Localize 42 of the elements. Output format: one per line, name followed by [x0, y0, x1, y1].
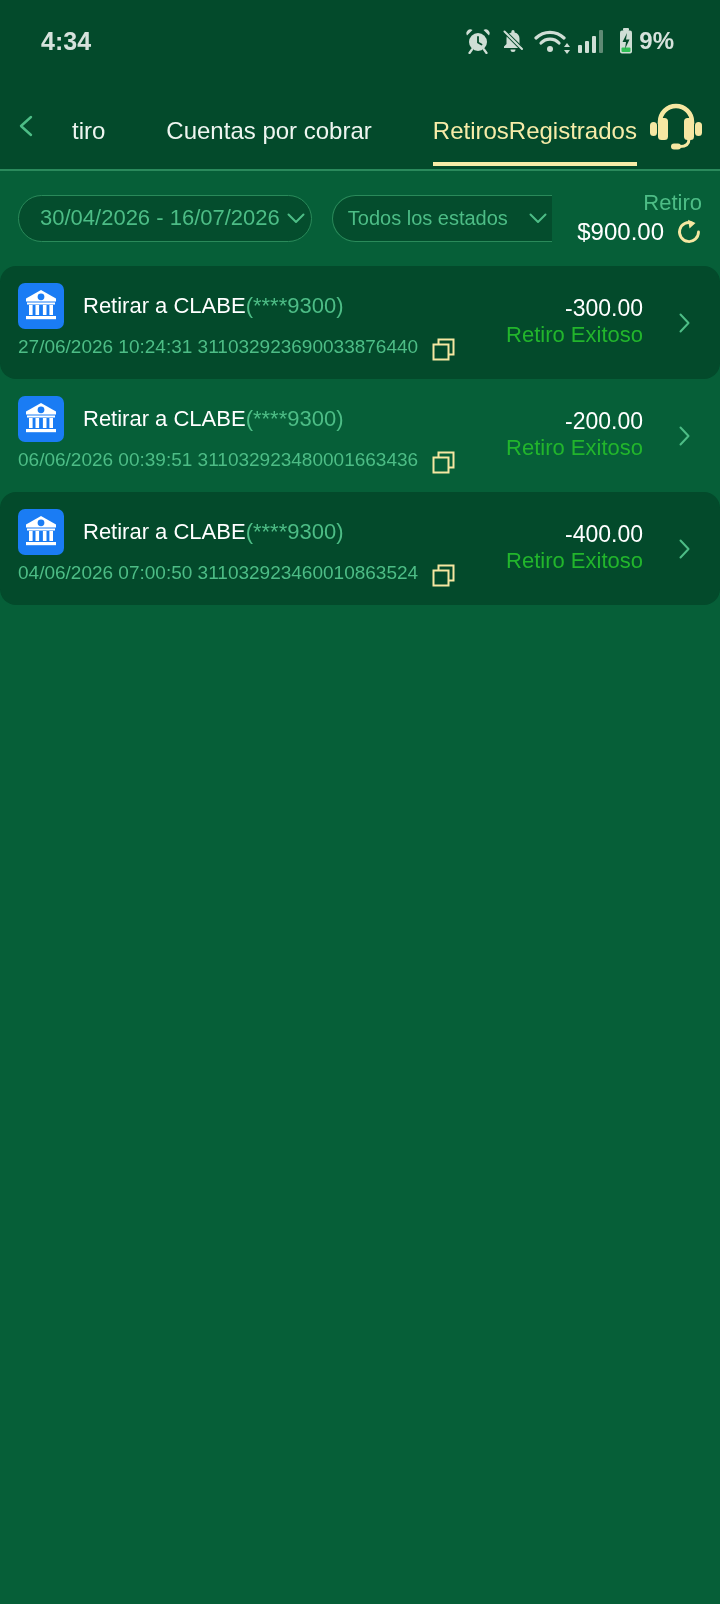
chevron-down-icon: [528, 212, 547, 224]
transaction-details: 06/06/2026 00:39:51 311032923480001663436: [18, 449, 419, 471]
headset-icon[interactable]: [649, 102, 703, 150]
copy-icon[interactable]: [432, 564, 456, 587]
tab[interactable]: RetirosRegistrados: [432, 117, 637, 166]
tab[interactable]: Cuentas por cobrar: [166, 117, 372, 166]
transaction-details: 27/06/2026 10:24:31 311032923690033876440: [18, 336, 419, 358]
transaction-status: Retiro Exitoso: [506, 548, 643, 574]
transaction-card[interactable]: Retirar a CLABE(****9300) 27/06/2026 10:24:31 311032923690033876440 -300.00 Retiro Exitoso: [0, 266, 720, 379]
total-amount: $900.00: [577, 218, 664, 246]
chevron-down-icon: [286, 212, 305, 224]
transaction-title: Retirar a CLABE(****9300): [83, 406, 344, 432]
bank-icon: [18, 283, 64, 329]
battery-charging-icon: [619, 28, 634, 54]
chevron-right-icon: [679, 538, 690, 559]
bank-icon: [18, 396, 64, 442]
bank-icon: [18, 509, 64, 555]
transaction-title: Retirar a CLABE(****9300): [83, 519, 344, 545]
transaction-details: 04/06/2026 07:00:50 311032923460010863524: [18, 562, 419, 584]
transaction-amount: -400.00: [565, 520, 643, 548]
transaction-amount: -300.00: [565, 294, 643, 322]
date-range-dropdown[interactable]: 30/04/2026 - 16/07/2026: [18, 194, 312, 242]
chevron-right-icon: [679, 425, 690, 446]
chevron-right-icon: [679, 312, 690, 333]
summary-label: Retiro: [643, 190, 702, 216]
transaction-title: Retirar a CLABE(****9300): [83, 293, 344, 319]
copy-icon[interactable]: [432, 338, 456, 361]
signal-icon: [578, 29, 606, 53]
battery-percent: 9%: [639, 27, 674, 55]
transaction-status: Retiro Exitoso: [506, 322, 643, 348]
alarm-clock-icon: [465, 28, 492, 54]
status-dropdown[interactable]: Todos los estados: [331, 194, 552, 242]
bell-off-icon: [501, 28, 526, 54]
transaction-status: Retiro Exitoso: [506, 435, 643, 461]
status-time: 4:34: [41, 26, 92, 56]
transaction-amount: -200.00: [565, 407, 643, 435]
transaction-card[interactable]: Retirar a CLABE(****9300) 04/06/2026 07:00:50 311032923460010863524 -400.00 Retiro Exitoso: [0, 492, 720, 605]
wifi-icon: [534, 28, 572, 54]
refresh-icon[interactable]: [676, 219, 702, 245]
copy-icon[interactable]: [432, 451, 456, 474]
back-icon[interactable]: [18, 115, 33, 137]
tab[interactable]: tiro: [72, 117, 106, 166]
